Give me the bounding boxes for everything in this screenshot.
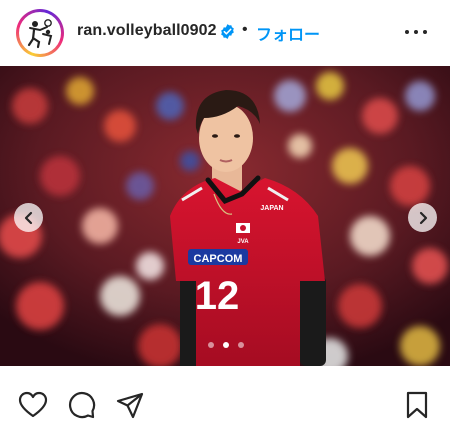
post-header: ran.volleyball0902 • フォロー (0, 0, 450, 66)
verified-badge-icon (221, 24, 234, 39)
chevron-left-icon (24, 211, 32, 224)
story-ring[interactable] (16, 9, 64, 57)
volleyball-player-photo: CAPCOM 12 JAPAN JVA (0, 66, 450, 366)
carousel-prev-button[interactable] (14, 203, 43, 232)
chevron-right-icon (419, 211, 427, 224)
jersey-federation: JVA (237, 239, 249, 245)
volleyball-player-avatar-icon (21, 14, 59, 52)
comment-button[interactable] (66, 390, 96, 420)
separator-dot: • (242, 21, 248, 38)
carousel-next-button[interactable] (408, 203, 437, 232)
jersey-number: 12 (195, 274, 240, 318)
share-button[interactable] (115, 390, 145, 420)
carousel-indicator (208, 342, 244, 348)
follow-button[interactable]: フォロー (256, 21, 320, 45)
save-button[interactable] (402, 390, 432, 420)
paper-plane-icon (116, 392, 144, 419)
carousel-dot (238, 342, 244, 348)
heart-icon (18, 391, 48, 418)
carousel-dot (208, 342, 214, 348)
avatar[interactable] (19, 12, 61, 54)
comment-bubble-icon (68, 391, 96, 419)
post-image[interactable]: CAPCOM 12 JAPAN JVA (0, 66, 450, 366)
jersey-sponsor: CAPCOM (194, 253, 243, 265)
username[interactable]: ran.volleyball0902 (77, 22, 217, 40)
like-button[interactable] (18, 390, 48, 420)
jersey-brand: JAPAN (260, 205, 283, 212)
carousel-dot-active (223, 342, 229, 348)
more-options-icon[interactable] (405, 22, 427, 42)
action-bar (0, 366, 450, 430)
bookmark-icon (406, 391, 428, 419)
